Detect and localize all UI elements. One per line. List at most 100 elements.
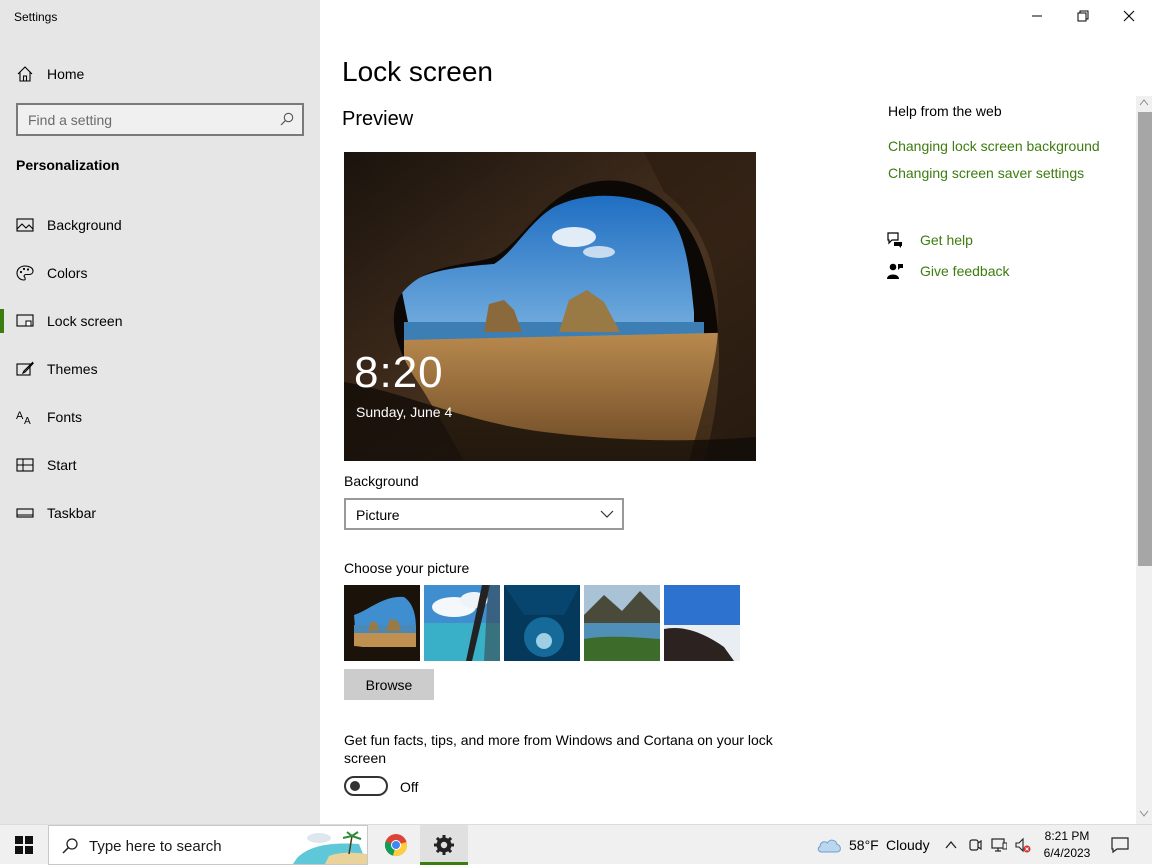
taskbar-clock[interactable]: 8:21 PM 6/4/2023 [1036,828,1098,862]
weather-temperature: 58°F [849,837,879,853]
sidebar-item-label: Lock screen [47,313,123,329]
sidebar-item-lock-screen[interactable]: Lock screen [0,297,320,345]
sidebar-item-background[interactable]: Background [0,201,320,249]
find-setting-search[interactable] [16,103,304,136]
close-button[interactable] [1106,0,1152,32]
taskbar-icon [16,508,34,518]
svg-text:A: A [16,410,24,422]
cloud-summit-thumbnail-image [664,585,740,661]
fun-facts-toggle[interactable] [344,776,388,796]
section-title: Personalization [16,157,120,173]
sidebar-item-start[interactable]: Start [0,441,320,489]
taskbar-search-placeholder: Type here to search [89,838,222,855]
mountain-lake-thumbnail-image [584,585,660,661]
sidebar-item-label: Fonts [47,409,83,425]
sidebar: Settings Home Personalization Background [0,0,320,824]
clock-date: 6/4/2023 [1043,846,1091,860]
minimize-icon [1032,15,1042,17]
browse-button[interactable]: Browse [344,669,434,700]
search-icon [62,838,78,854]
cloud-icon [817,839,841,853]
palette-icon [16,265,34,281]
lock-screen-icon [16,314,34,327]
feedback-icon [887,263,903,279]
scroll-down-arrow-icon[interactable] [1139,810,1149,818]
gear-icon [434,835,454,855]
preview-date: Sunday, June 4 [356,404,453,420]
sidebar-item-themes[interactable]: Themes [0,345,320,393]
close-icon [1123,10,1135,22]
sidebar-item-colors[interactable]: Colors [0,249,320,297]
chevron-down-icon [600,510,614,518]
sidebar-item-label: Start [47,457,77,473]
search-icon[interactable] [280,112,294,126]
restore-button[interactable] [1060,0,1106,32]
font-icon: A A [16,410,31,425]
background-dropdown-value: Picture [356,507,400,523]
notification-center-icon[interactable] [1110,835,1130,855]
taskbar-settings-app[interactable] [420,825,468,865]
sidebar-item-label: Colors [47,265,88,281]
picture-icon [16,218,34,232]
taskbar-chrome-app[interactable] [372,825,420,865]
taskbar-search-box[interactable]: Type here to search [48,825,368,865]
minimize-button[interactable] [1014,0,1060,32]
start-button[interactable] [0,825,48,865]
sidebar-item-label: Taskbar [47,505,97,521]
main-content: Lock screen Preview 8:20 Sunday, June 4 … [320,0,1152,824]
lock-screen-preview: 8:20 Sunday, June 4 [344,152,756,461]
preview-time: 8:20 [354,348,444,397]
link-changing-screen-saver-settings[interactable]: Changing screen saver settings [888,165,1084,181]
sidebar-nav: Background Colors Lock screen Themes A A… [0,201,320,537]
taskbar: Type here to search 58°F Cloudy 8:21 PM … [0,824,1152,865]
app-title: Settings [14,10,58,24]
thumbnail-cloud-summit[interactable] [664,585,740,661]
give-feedback-label: Give feedback [920,263,1010,279]
sidebar-item-label: Background [47,217,122,233]
sky-ocean-thumbnail-image [424,585,500,661]
thumbnail-mountain-lake[interactable] [584,585,660,661]
brush-icon [16,361,34,376]
chrome-icon [384,834,408,857]
fun-facts-toggle-state: Off [400,779,419,795]
thumbnail-sky-ocean[interactable] [424,585,500,661]
thumbnail-cave[interactable] [344,585,420,661]
clock-time: 8:21 PM [1044,829,1090,843]
windows-logo-icon [15,836,33,854]
svg-text:A: A [24,416,31,425]
vertical-scrollbar[interactable] [1136,96,1152,824]
weather-condition: Cloudy [886,837,930,853]
sidebar-item-label: Themes [47,361,98,377]
page-title: Lock screen [342,56,493,87]
toggle-knob [350,781,360,791]
chat-help-icon [887,232,902,248]
picture-thumbnails [344,585,740,661]
cave-thumbnail-image [344,585,420,661]
thumbnail-underwater[interactable] [504,585,580,661]
underwater-thumbnail-image [504,585,580,661]
background-label: Background [344,473,419,489]
home-label: Home [47,66,85,82]
chevron-up-icon[interactable] [943,837,959,853]
fun-facts-label: Get fun facts, tips, and more from Windo… [344,732,773,766]
help-title: Help from the web [888,103,1002,119]
start-icon [16,458,34,472]
scroll-up-arrow-icon[interactable] [1139,98,1149,106]
restore-icon [1077,10,1089,22]
choose-picture-label: Choose your picture [344,560,470,576]
get-help-label: Get help [920,232,973,248]
link-changing-lock-screen-background[interactable]: Changing lock screen background [888,138,1100,154]
home-icon [17,66,33,82]
network-icon[interactable] [991,837,1007,853]
search-input[interactable] [18,105,278,134]
sidebar-item-taskbar[interactable]: Taskbar [0,489,320,537]
scrollbar-thumb[interactable] [1138,112,1152,566]
settings-window: Settings Home Personalization Background [0,0,1152,824]
meet-now-icon[interactable] [967,837,983,853]
volume-muted-icon[interactable] [1015,837,1031,853]
sidebar-item-fonts[interactable]: A A Fonts [0,393,320,441]
preview-heading: Preview [342,108,414,130]
window-controls [1014,0,1152,32]
background-dropdown[interactable]: Picture [344,498,624,530]
home-nav-item[interactable]: Home [0,56,320,90]
